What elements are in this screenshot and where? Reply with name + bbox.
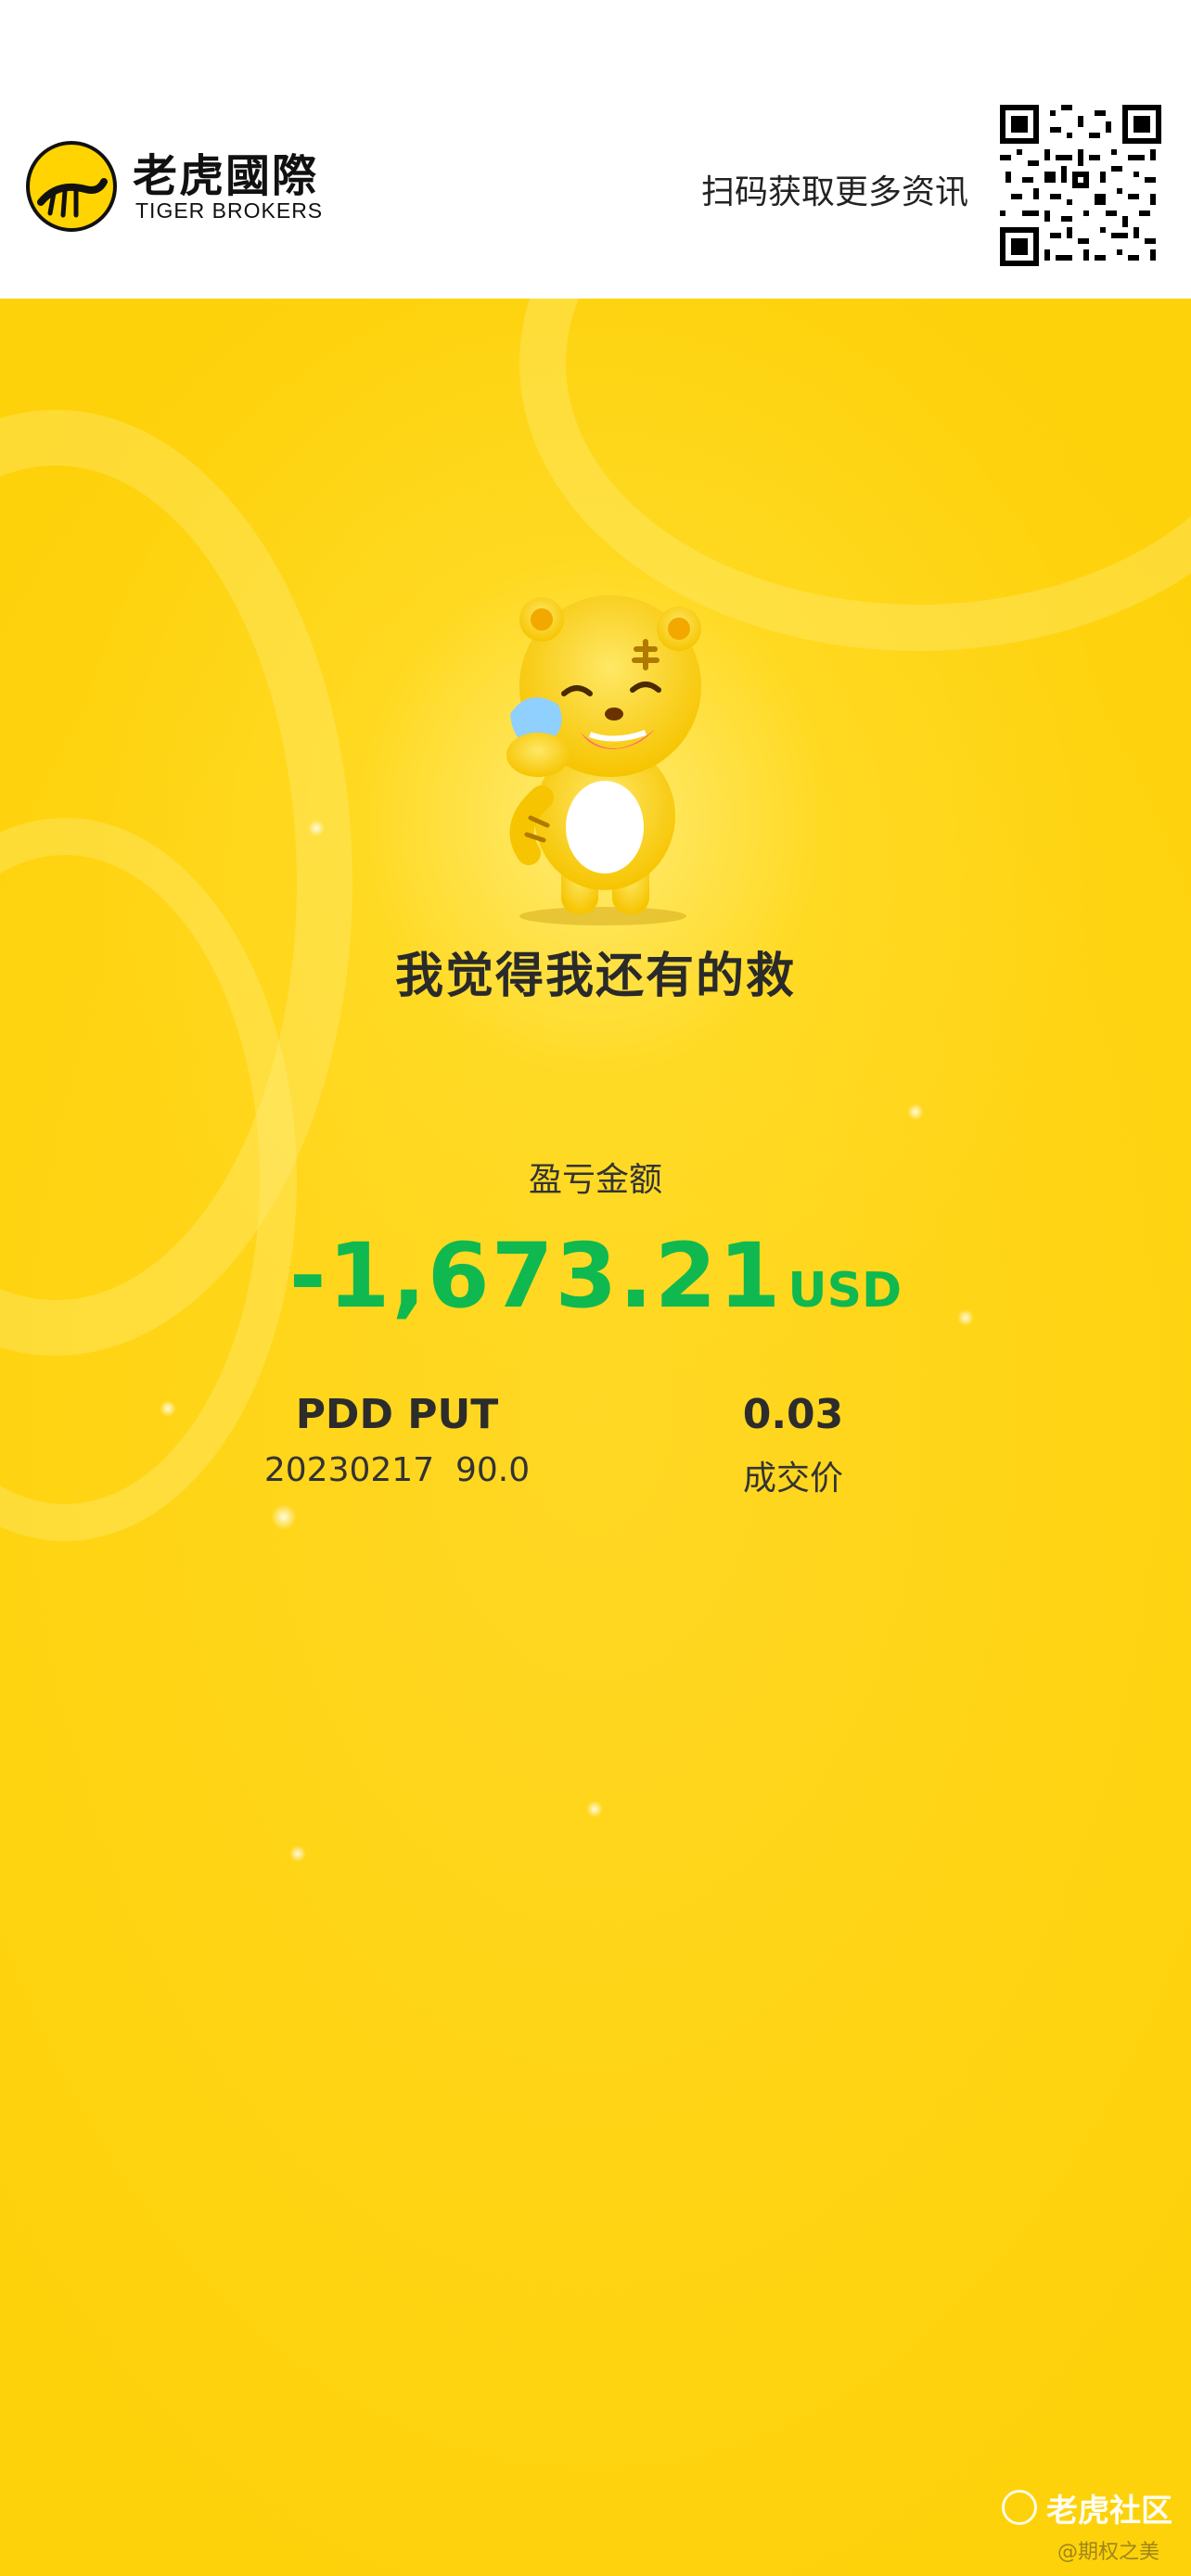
contract-name: PDD PUT bbox=[295, 1391, 499, 1438]
community-label: 老虎社区 bbox=[1046, 2492, 1172, 2530]
qr-code[interactable] bbox=[1000, 105, 1161, 266]
brand-name-cn: 老虎國際 bbox=[133, 150, 319, 202]
pnl-label: 盈亏金额 bbox=[528, 1161, 662, 1199]
brand-name-en: TIGER BROKERS bbox=[135, 198, 324, 223]
sparkle bbox=[586, 1801, 603, 1817]
sparkle bbox=[308, 820, 325, 836]
share-header: 老虎國際 TIGER BROKERS 扫码获取更多资讯 bbox=[0, 0, 1191, 299]
sparkle bbox=[907, 1103, 924, 1120]
trade-price-value: 0.03 bbox=[742, 1391, 844, 1438]
scan-prompt: 扫码获取更多资讯 bbox=[700, 173, 968, 211]
tiger-logo-icon bbox=[26, 141, 117, 232]
trade-price-label: 成交价 bbox=[742, 1460, 843, 1498]
watermark-text: @期权之美 bbox=[1057, 2541, 1160, 2564]
community-badge: 老虎社区 bbox=[1002, 2487, 1172, 2530]
community-logo-icon bbox=[1002, 2490, 1037, 2525]
sparkle bbox=[160, 1400, 176, 1417]
crying-tiger-mascot-icon bbox=[473, 575, 742, 927]
sparkle bbox=[289, 1845, 306, 1862]
contract-detail: 20230217 90.0 bbox=[263, 1451, 531, 1489]
pnl-amount: -1,673.21 USD bbox=[0, 1224, 1191, 1328]
pnl-currency: USD bbox=[788, 1263, 903, 1319]
sparkle bbox=[271, 1504, 297, 1530]
pnl-value: -1,673.21 bbox=[288, 1224, 783, 1328]
poster-headline: 我觉得我还有的救 bbox=[394, 949, 796, 1004]
